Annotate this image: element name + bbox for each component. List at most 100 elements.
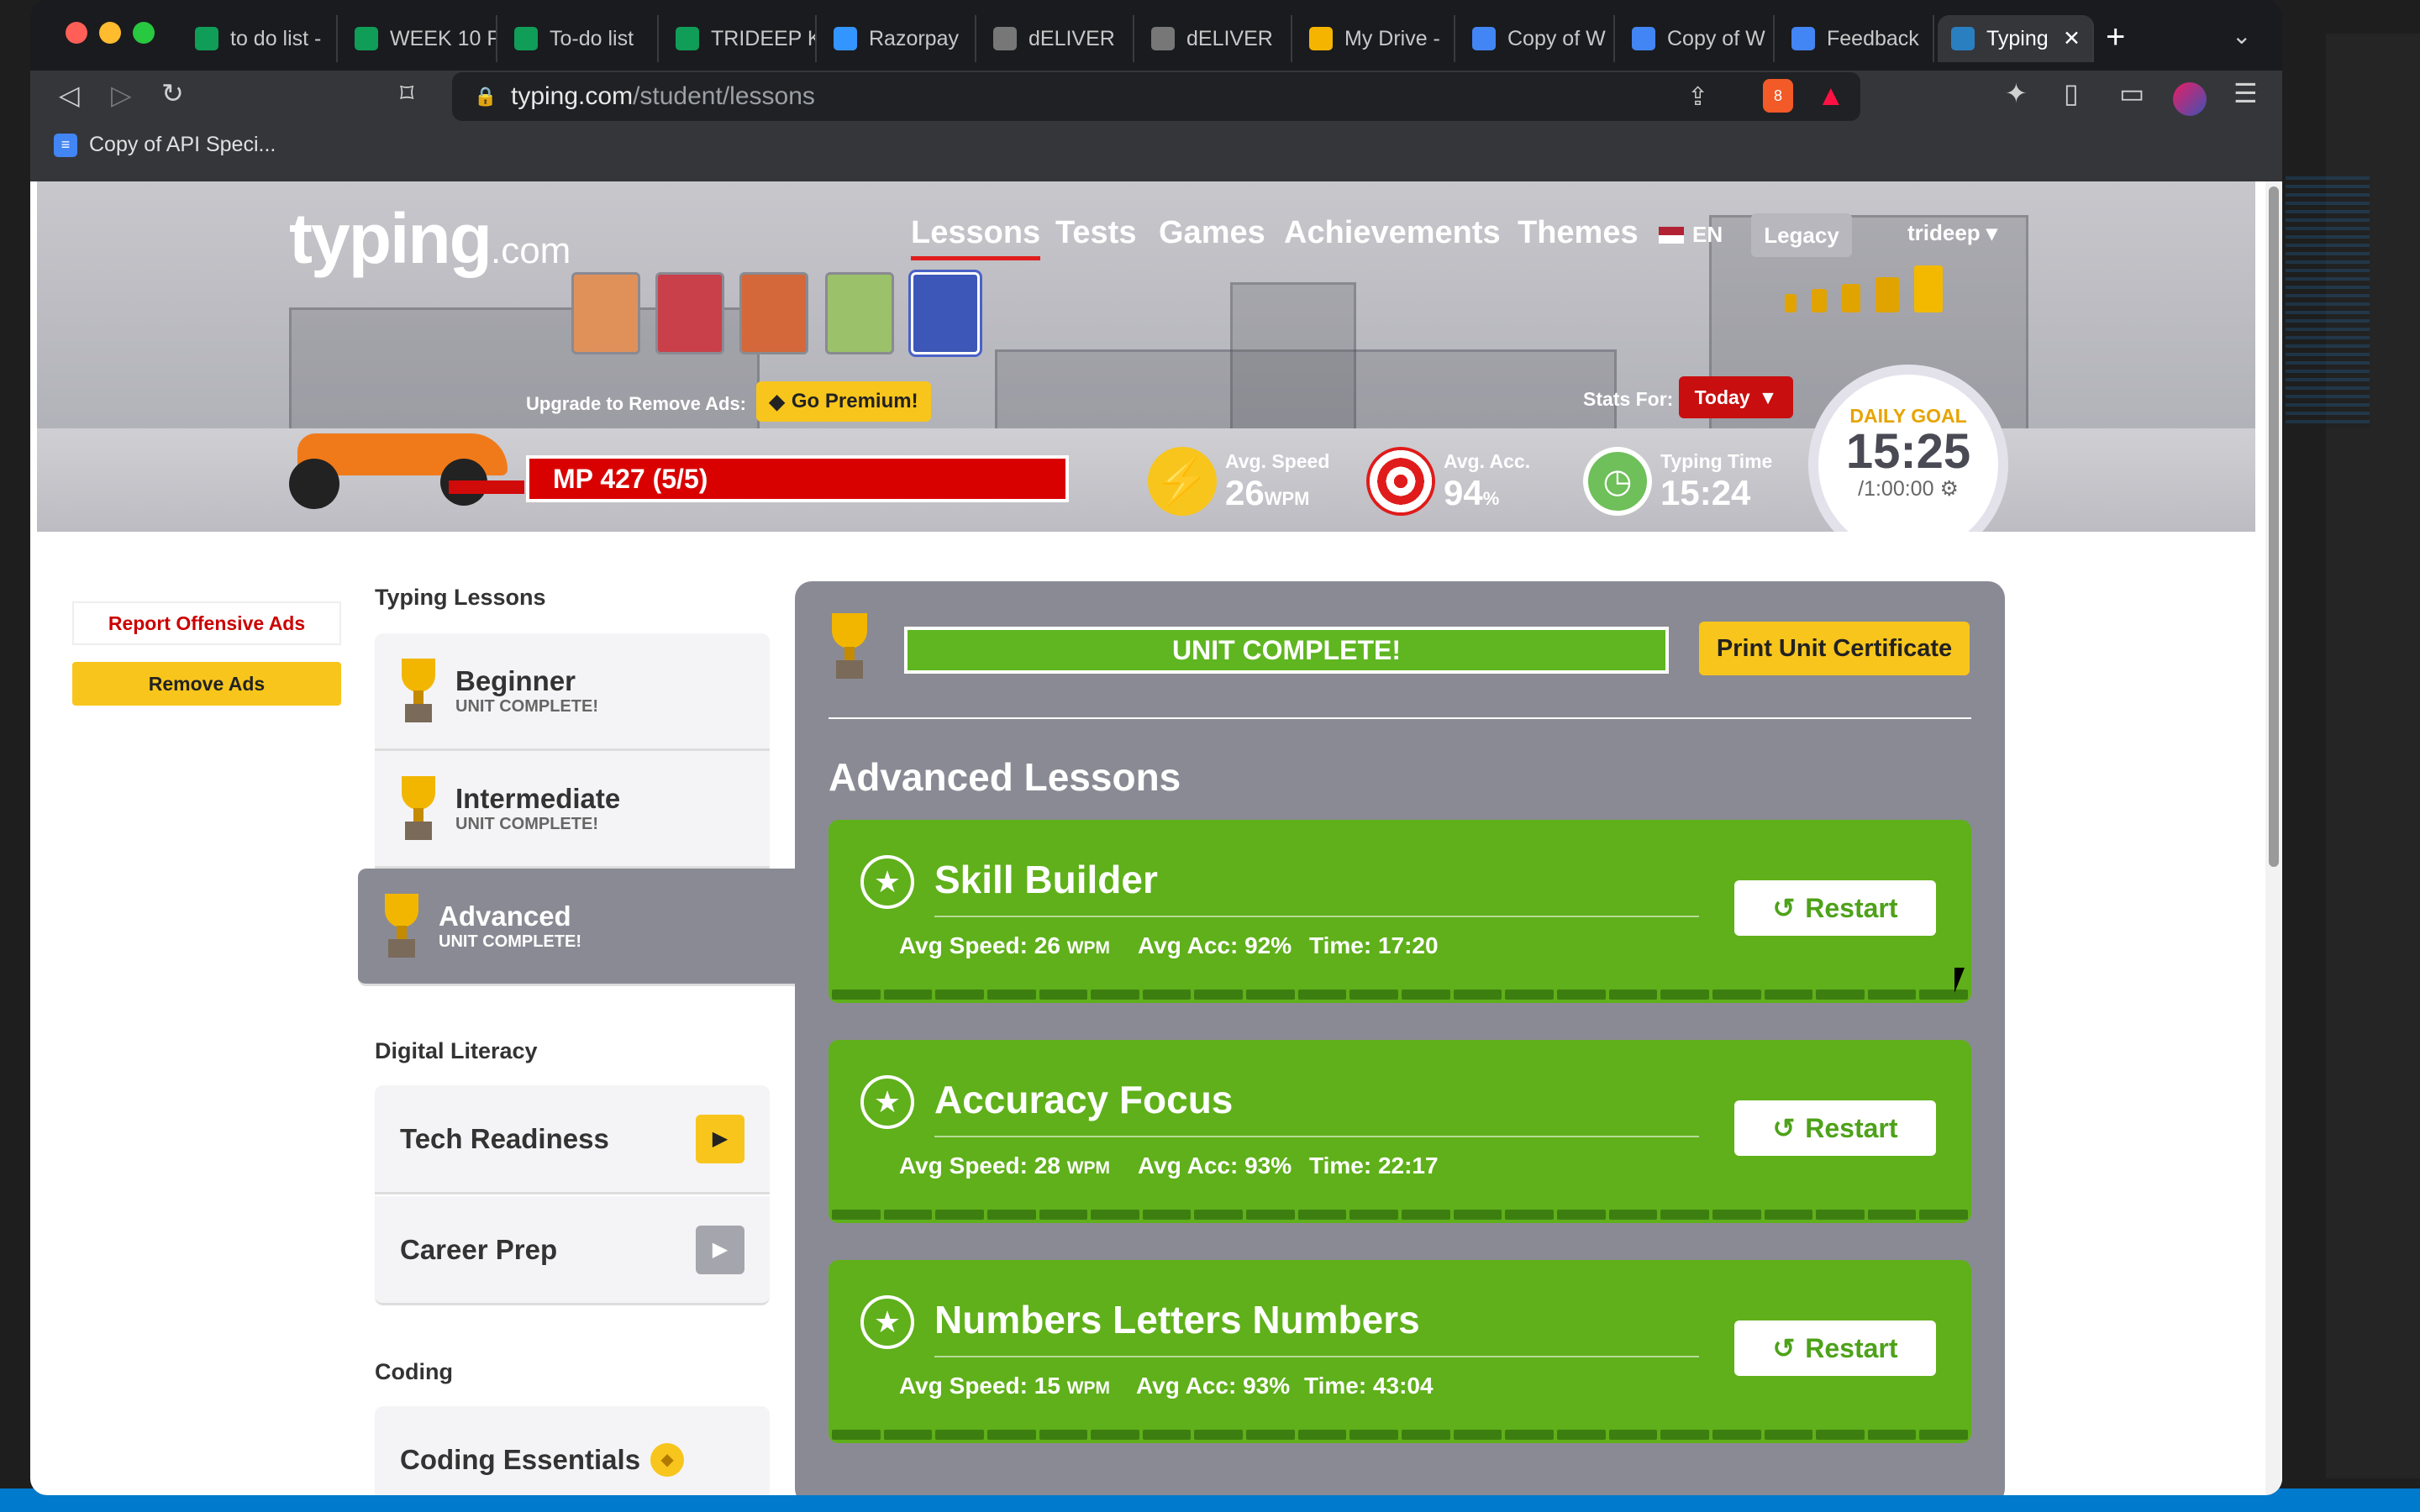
course-career-prep[interactable]: Career Prep ▶: [375, 1196, 770, 1305]
back-icon[interactable]: ◁: [59, 79, 80, 111]
progress-segment: [1712, 1210, 1761, 1220]
browser-tab[interactable]: To-do list: [501, 15, 659, 62]
docs-icon: ≡: [54, 133, 77, 157]
tab-search-icon[interactable]: ⌄: [2232, 22, 2251, 50]
browser-tab[interactable]: dELIVER: [1138, 15, 1292, 62]
lesson-accuracy: Avg Acc: 92%: [1138, 932, 1292, 958]
typing-page: typing.com Lessons Tests Games Achieveme…: [30, 181, 2282, 1495]
lesson-time: Time: 17:20: [1309, 932, 1439, 958]
section-title: Advanced Lessons: [829, 755, 1181, 799]
page-scrollbar[interactable]: [2265, 181, 2282, 1495]
restart-icon: ↺: [1772, 893, 1796, 923]
menu-icon[interactable]: ☰: [2233, 77, 2258, 109]
restart-button[interactable]: ↺ Restart: [1734, 1320, 1936, 1376]
bookmark-item[interactable]: ≡ Copy of API Speci...: [54, 133, 276, 157]
lesson-card[interactable]: ★ Accuracy Focus Avg Speed: 28 WPM Avg A…: [829, 1040, 1971, 1223]
go-premium-button[interactable]: ◆ Go Premium!: [756, 381, 931, 422]
language-selector[interactable]: EN: [1659, 222, 1723, 248]
car-option[interactable]: [571, 272, 640, 354]
wallet-icon[interactable]: ▭: [2119, 77, 2144, 109]
browser-tab[interactable]: Feedback: [1778, 15, 1934, 62]
restart-button[interactable]: ↺ Restart: [1734, 1100, 1936, 1156]
minimize-window-button[interactable]: [99, 22, 121, 44]
progress-segment: [1349, 1430, 1399, 1440]
restart-button[interactable]: ↺ Restart: [1734, 880, 1936, 936]
remove-ads-button[interactable]: Remove Ads: [72, 662, 341, 706]
nav-tests[interactable]: Tests: [1055, 215, 1136, 251]
play-icon[interactable]: ▶: [696, 1225, 744, 1274]
progress-segment: [832, 1210, 881, 1220]
logo-text: typing: [289, 199, 492, 278]
lesson-card[interactable]: ★ Numbers Letters Numbers Avg Speed: 15 …: [829, 1260, 1971, 1443]
user-menu[interactable]: trideep ▾: [1907, 220, 1997, 246]
browser-tab[interactable]: dELIVER: [980, 15, 1134, 62]
nav-games[interactable]: Games: [1159, 215, 1265, 251]
lesson-intermediate[interactable]: Intermediate UNIT COMPLETE!: [375, 751, 770, 869]
site-logo[interactable]: typing.com: [289, 198, 571, 280]
url-path: /student/lessons: [633, 82, 815, 110]
stats-range-dropdown[interactable]: Today ▼: [1679, 376, 1793, 418]
progress-segment: [1867, 990, 1917, 1000]
lesson-advanced[interactable]: Advanced UNIT COMPLETE!: [358, 869, 829, 986]
lesson-speed: Avg Speed: 26 WPM: [899, 932, 1110, 959]
browser-tab[interactable]: WEEK 10 F: [341, 15, 497, 62]
garage-cabinet: [1230, 282, 1356, 433]
progress-segment: [1660, 1430, 1709, 1440]
new-tab-button[interactable]: +: [2106, 18, 2125, 56]
brave-rewards-icon[interactable]: ▲: [1817, 79, 1850, 113]
reload-icon[interactable]: ↻: [161, 77, 184, 109]
print-certificate-button[interactable]: Print Unit Certificate: [1699, 622, 1970, 675]
browser-tab[interactable]: My Drive -: [1296, 15, 1455, 62]
browser-tab[interactable]: Copy of W: [1618, 15, 1775, 62]
globe-icon: [1151, 27, 1175, 50]
lock-icon: 🔒: [474, 86, 497, 107]
gear-icon[interactable]: ⚙: [1939, 477, 1958, 501]
close-tab-icon[interactable]: ✕: [2063, 26, 2081, 51]
star-icon: ★: [860, 1295, 914, 1349]
course-tech-readiness[interactable]: Tech Readiness ▶: [375, 1085, 770, 1194]
docs-icon: [1632, 27, 1655, 50]
report-ads-button[interactable]: Report Offensive Ads: [72, 601, 341, 645]
target-icon: [1366, 447, 1435, 516]
play-icon[interactable]: ▶: [696, 1114, 744, 1163]
extensions-icon[interactable]: ✦: [2005, 77, 2028, 109]
car-option[interactable]: [825, 272, 894, 354]
browser-tab[interactable]: Copy of W: [1459, 15, 1615, 62]
profile-avatar[interactable]: [2173, 82, 2207, 116]
progress-segment: [1297, 1430, 1347, 1440]
typing-time-value: 15:24: [1660, 472, 1751, 512]
sidebar-icon[interactable]: ▯: [2064, 77, 2079, 109]
nav-lessons[interactable]: Lessons: [911, 215, 1041, 260]
browser-tab[interactable]: Razorpay: [820, 15, 976, 62]
progress-segment: [1816, 1430, 1865, 1440]
progress-segment: [1194, 990, 1244, 1000]
course-coding-essentials[interactable]: Coding Essentials ◆: [375, 1406, 770, 1495]
zoom-window-button[interactable]: [133, 22, 155, 44]
nav-themes[interactable]: Themes: [1518, 215, 1639, 251]
trophy-icon: [398, 775, 439, 842]
progress-segment: [1246, 1430, 1295, 1440]
car-option-selected[interactable]: [911, 272, 980, 354]
restart-label: Restart: [1805, 1112, 1898, 1143]
car-option[interactable]: [739, 272, 808, 354]
browser-tab[interactable]: TRIDEEP K: [662, 15, 817, 62]
close-window-button[interactable]: [66, 22, 87, 44]
bookmark-page-icon[interactable]: ⌑: [400, 77, 413, 109]
address-bar[interactable]: 🔒 typing.com/student/lessons ⇪ 8 ▲: [452, 72, 1860, 121]
lesson-speed: Avg Speed: 15 WPM: [899, 1373, 1110, 1399]
progress-segment: [1402, 1430, 1450, 1440]
brave-shields-icon[interactable]: 8: [1763, 79, 1793, 113]
car-option[interactable]: [655, 272, 724, 354]
progress-segment: [935, 1430, 984, 1440]
legacy-button[interactable]: Legacy: [1751, 213, 1852, 257]
browser-tab[interactable]: Typing ✕: [1938, 15, 2094, 62]
progress-segment: [1867, 1430, 1917, 1440]
scrollbar-thumb[interactable]: [2269, 186, 2279, 867]
nav-achievements[interactable]: Achievements: [1284, 215, 1501, 251]
share-icon[interactable]: ⇪: [1687, 82, 1708, 112]
avg-speed-label: Avg. Speed: [1225, 449, 1330, 472]
lesson-card[interactable]: ★ Skill Builder Avg Speed: 26 WPM Avg Ac…: [829, 820, 1971, 1003]
lesson-beginner[interactable]: Beginner UNIT COMPLETE!: [375, 633, 770, 751]
forward-icon[interactable]: ▷: [111, 79, 132, 111]
browser-tab[interactable]: to do list -: [182, 15, 338, 62]
